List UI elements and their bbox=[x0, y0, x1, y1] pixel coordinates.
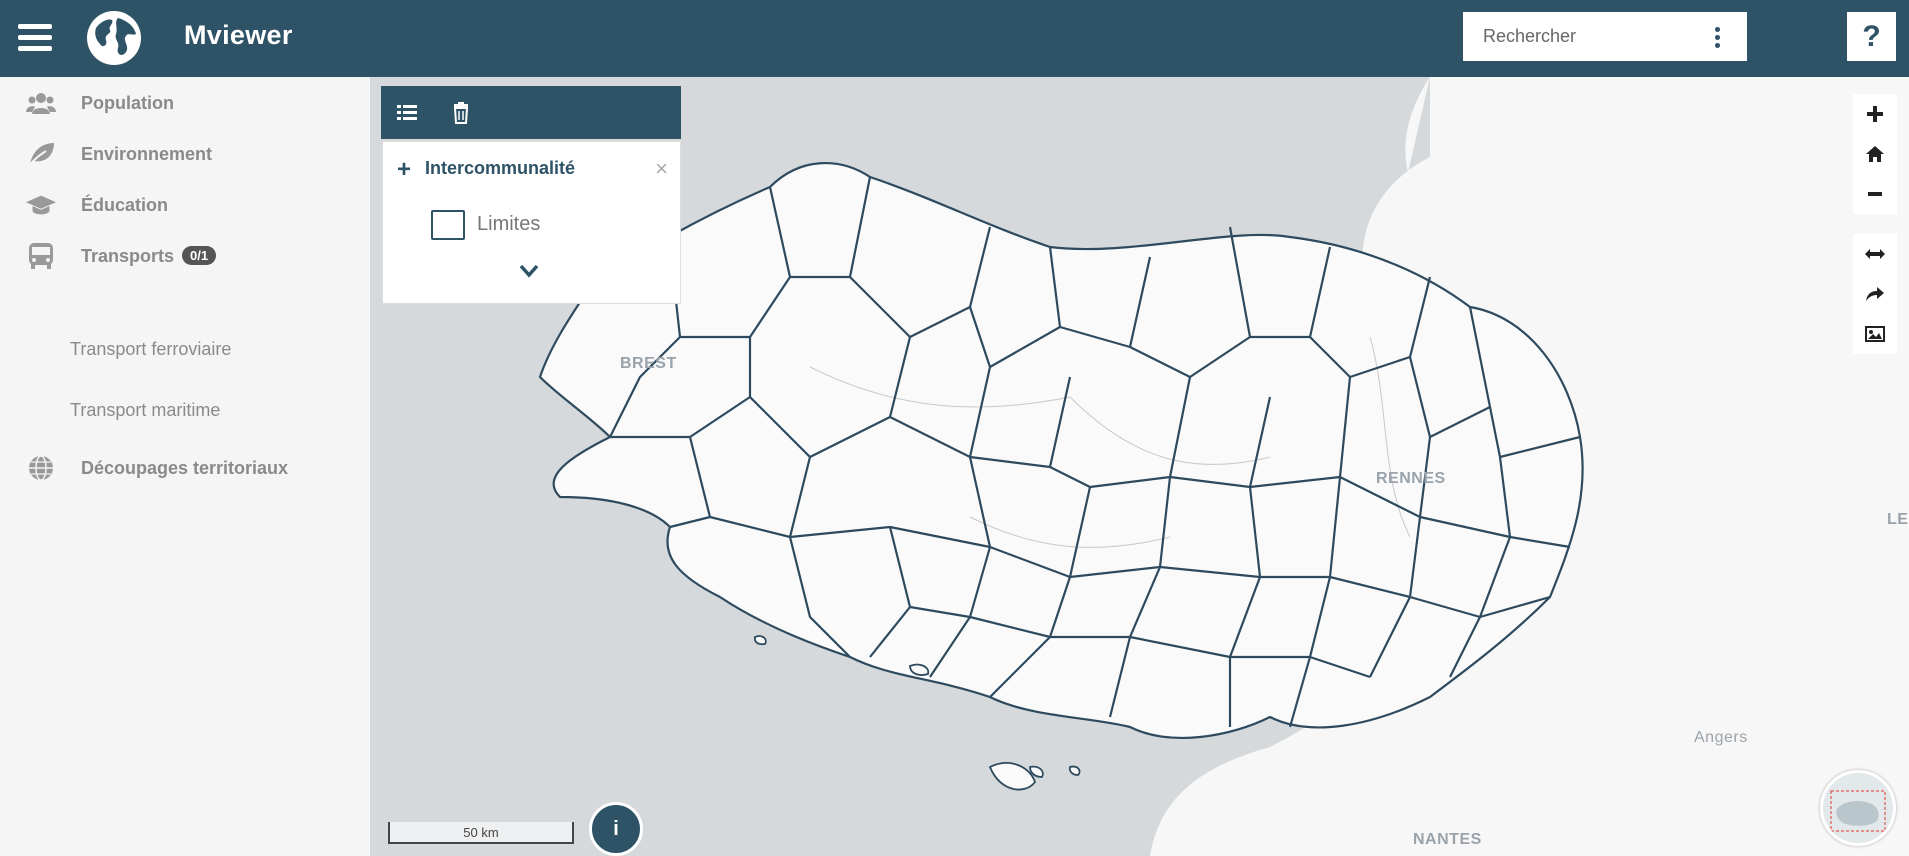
search-box bbox=[1463, 12, 1747, 61]
sidebar-item-label: Environnement bbox=[81, 143, 213, 164]
sidebar-item-label: Éducation bbox=[81, 194, 169, 215]
map-label-le-mans: LE bbox=[1887, 511, 1909, 528]
plus-icon[interactable]: + bbox=[397, 156, 411, 184]
bus-icon bbox=[26, 241, 56, 271]
zoom-out-button[interactable] bbox=[1853, 174, 1897, 214]
home-button[interactable] bbox=[1853, 134, 1897, 174]
map-label-angers: Angers bbox=[1694, 729, 1748, 746]
sidebar-item-population[interactable]: Population bbox=[0, 80, 370, 126]
info-button[interactable]: i bbox=[589, 802, 643, 856]
overview-map-button[interactable] bbox=[1820, 770, 1896, 846]
sidebar-subitem-maritime[interactable]: Transport maritime bbox=[70, 400, 220, 421]
sidebar-item-education[interactable]: Éducation bbox=[0, 182, 370, 228]
help-button[interactable]: ? bbox=[1847, 12, 1896, 61]
home-icon bbox=[1866, 146, 1884, 162]
search-options-icon[interactable] bbox=[1715, 27, 1721, 51]
map-label-brest: BREST bbox=[620, 355, 677, 372]
share-button[interactable] bbox=[1853, 274, 1897, 314]
chevron-down-icon[interactable] bbox=[519, 264, 539, 278]
tool-controls bbox=[1853, 234, 1897, 354]
scale-bar: 50 km bbox=[388, 822, 574, 844]
search-input[interactable] bbox=[1481, 25, 1705, 48]
menu-icon[interactable] bbox=[18, 24, 52, 52]
top-bar: Mviewer ? bbox=[0, 0, 1909, 77]
sidebar-item-label: Découpages territoriaux bbox=[81, 457, 289, 478]
layer-count-badge: 0/1 bbox=[182, 245, 217, 265]
minus-icon bbox=[1868, 192, 1882, 196]
layer-label: Limites bbox=[477, 213, 541, 235]
sidebar-item-label: Transports 0/1 bbox=[81, 245, 217, 267]
map-label-rennes: RENNES bbox=[1376, 470, 1446, 487]
close-icon[interactable]: × bbox=[655, 156, 668, 182]
leaf-icon bbox=[26, 139, 56, 169]
plus-icon bbox=[1867, 106, 1883, 122]
zoom-controls bbox=[1853, 94, 1897, 214]
sidebar-item-environnement[interactable]: Environnement bbox=[0, 131, 370, 177]
measure-button[interactable] bbox=[1853, 234, 1897, 274]
users-icon bbox=[26, 88, 56, 118]
sidebar-item-label: Population bbox=[81, 92, 174, 113]
share-arrow-icon bbox=[1866, 287, 1884, 301]
overview-map-icon bbox=[1823, 773, 1893, 843]
graduation-cap-icon bbox=[26, 190, 56, 220]
transports-label: Transports bbox=[81, 245, 175, 266]
globe-logo-icon bbox=[87, 11, 141, 65]
layer-panel: + Intercommunalité × Limites bbox=[382, 141, 681, 304]
sidebar-item-transports[interactable]: Transports 0/1 bbox=[0, 233, 370, 279]
sidebar-item-decoupages[interactable]: Découpages territoriaux bbox=[0, 445, 370, 491]
zoom-in-button[interactable] bbox=[1853, 94, 1897, 134]
layer-checkbox[interactable] bbox=[431, 210, 465, 240]
list-icon[interactable] bbox=[393, 99, 421, 127]
map-label-nantes: NANTES bbox=[1413, 831, 1482, 848]
globe-icon bbox=[26, 453, 56, 483]
image-icon bbox=[1865, 326, 1885, 342]
sidebar-subitem-ferroviaire[interactable]: Transport ferroviaire bbox=[70, 339, 231, 360]
arrows-horizontal-icon bbox=[1865, 249, 1885, 259]
sidebar: Population Environnement Éducation Trans… bbox=[0, 77, 370, 856]
layer-panel-header bbox=[381, 86, 681, 139]
export-image-button[interactable] bbox=[1853, 314, 1897, 354]
app-title: Mviewer bbox=[184, 20, 293, 50]
layer-group-title: Intercommunalité bbox=[425, 158, 576, 178]
trash-icon[interactable] bbox=[447, 99, 475, 127]
